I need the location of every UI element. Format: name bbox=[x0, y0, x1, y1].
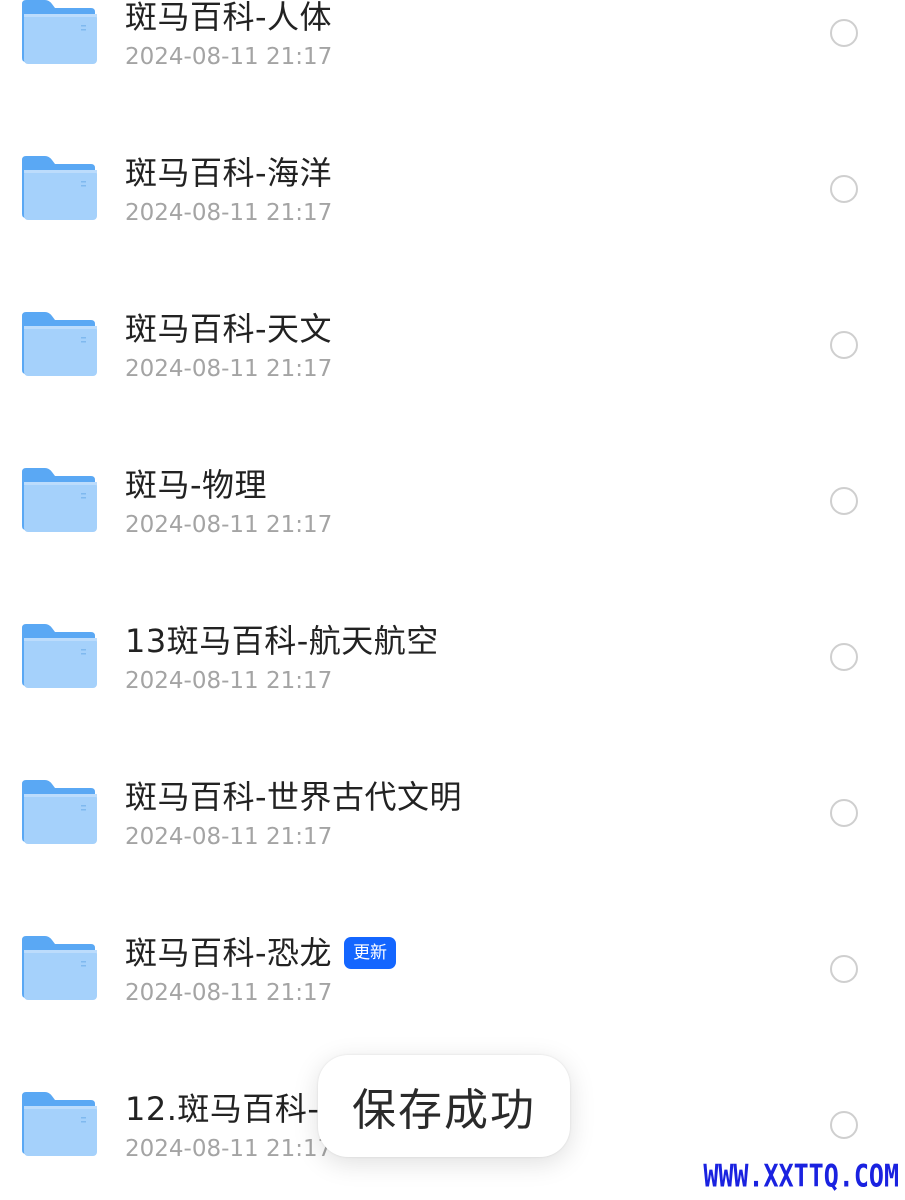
file-list-screen: 斑马百科-人体 2024-08-11 21:17 斑马百科-海洋 2024-08… bbox=[0, 0, 905, 1200]
radio-circle-icon[interactable] bbox=[830, 1111, 858, 1139]
save-success-toast: 保存成功 bbox=[318, 1055, 570, 1157]
list-item[interactable]: 斑马百科-天文 2024-08-11 21:17 bbox=[0, 188, 905, 382]
watermark: WWW.XXTTQ.COM bbox=[703, 1157, 899, 1194]
list-item[interactable]: 斑马百科-人体 2024-08-11 21:17 bbox=[0, 0, 905, 70]
list-item[interactable]: 斑马-物理 2024-08-11 21:17 bbox=[0, 344, 905, 538]
file-date: 2024-08-11 21:17 bbox=[125, 1136, 333, 1162]
update-badge: 更新 bbox=[344, 937, 397, 969]
toast-message: 保存成功 bbox=[352, 1085, 536, 1136]
folder-icon bbox=[19, 1090, 97, 1158]
file-list: 斑马百科-人体 2024-08-11 21:17 斑马百科-海洋 2024-08… bbox=[0, 0, 905, 1162]
list-item[interactable]: 13斑马百科-航天航空 2024-08-11 21:17 bbox=[0, 500, 905, 694]
list-item[interactable]: 斑马百科-恐龙 更新 2024-08-11 21:17 bbox=[0, 812, 905, 1006]
list-item[interactable]: 斑马百科-世界古代文明 2024-08-11 21:17 bbox=[0, 656, 905, 850]
list-item[interactable]: 斑马百科-海洋 2024-08-11 21:17 bbox=[0, 32, 905, 226]
